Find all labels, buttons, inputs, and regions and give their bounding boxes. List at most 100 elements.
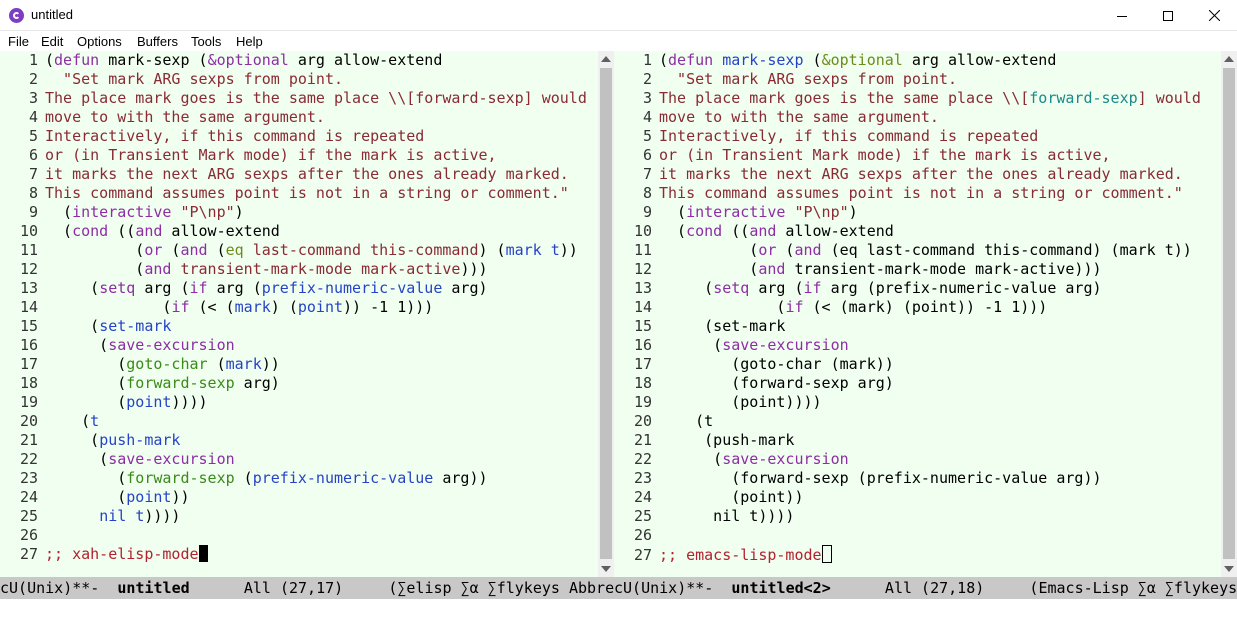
code-token: arg (prefix-numeric-value arg): [821, 279, 1102, 297]
code-token: eq: [225, 241, 244, 259]
code-line: 7 it marks the next ARG sexps after the o…: [614, 165, 1201, 184]
code-token: move to with the same argument.: [659, 108, 939, 126]
line-number: 13: [19, 279, 38, 297]
code-line: 18 (forward-sexp arg): [0, 374, 587, 393]
scroll-thumb[interactable]: [1223, 68, 1235, 559]
menu-help[interactable]: Help: [236, 34, 263, 49]
right-scrollbar[interactable]: [1221, 51, 1237, 577]
minibuffer[interactable]: [0, 599, 1237, 617]
code-token: or: [758, 241, 777, 259]
line-number: 2: [642, 70, 652, 88]
scroll-down-icon[interactable]: [601, 566, 611, 572]
line-number: 6: [28, 146, 38, 164]
code-line: 5 Interactively, if this command is repea…: [614, 127, 1201, 146]
code-line: 27 ;; xah-elisp-mode: [0, 545, 587, 564]
scroll-up-icon[interactable]: [1224, 56, 1234, 62]
code-token: save-excursion: [722, 336, 849, 354]
mode-line-buffer-name[interactable]: untitled<2>: [731, 579, 830, 597]
line-number: 9: [642, 203, 652, 221]
code-area[interactable]: 1 (defun mark-sexp (&optional arg allow-e…: [0, 51, 587, 564]
code-line: 26: [614, 526, 1201, 545]
code-token: (: [659, 298, 786, 316]
code-line: 21 (push-mark: [614, 431, 1201, 450]
code-token: (: [207, 355, 226, 373]
close-button[interactable]: [1191, 0, 1237, 31]
code-token: t: [550, 241, 560, 259]
menu-tools[interactable]: Tools: [191, 34, 221, 49]
code-token: point: [126, 488, 172, 506]
code-token: (: [45, 393, 127, 411]
code-token: arg (: [749, 279, 804, 297]
code-line: 1 (defun mark-sexp (&optional arg allow-e…: [0, 51, 587, 70]
code-line: 26: [0, 526, 587, 545]
menu-options[interactable]: Options: [77, 34, 122, 49]
scroll-up-icon[interactable]: [601, 56, 611, 62]
line-number: 21: [19, 431, 38, 449]
code-line: 13 (setq arg (if arg (prefix-numeric-val…: [614, 279, 1201, 298]
scroll-down-icon[interactable]: [1224, 566, 1234, 572]
line-number: 5: [28, 127, 38, 145]
line-number: 4: [642, 108, 652, 126]
code-line: 22 (save-excursion: [614, 450, 1201, 469]
maximize-button[interactable]: [1145, 0, 1191, 31]
line-number: 10: [633, 222, 652, 240]
code-line: 5 Interactively, if this command is repea…: [0, 127, 587, 146]
code-token: cond: [686, 222, 723, 240]
code-line: 2 "Set mark ARG sexps from point.: [614, 70, 1201, 89]
scroll-thumb[interactable]: [600, 68, 612, 559]
code-token: (forward-sexp (prefix-numeric-value arg)…: [659, 469, 1102, 487]
menu-file[interactable]: File: [8, 34, 29, 49]
code-token: (: [45, 469, 127, 487]
left-scrollbar[interactable]: [598, 51, 614, 577]
code-token: (: [45, 450, 109, 468]
code-token: transient-mark-mode mark-active: [180, 260, 461, 278]
code-token: (point)): [659, 488, 804, 506]
line-number: 11: [19, 241, 38, 259]
code-line: 12 (and transient-mark-mode mark-active)…: [0, 260, 587, 279]
code-token: (goto-char (mark)): [659, 355, 894, 373]
code-token: setq: [99, 279, 136, 297]
code-token: forward-sexp: [1029, 89, 1138, 107]
code-token: Interactively, if this command is repeat…: [45, 127, 425, 145]
menu-edit[interactable]: Edit: [41, 34, 63, 49]
code-token: if: [803, 279, 822, 297]
code-line: 10 (cond ((and allow-extend: [614, 222, 1201, 241]
line-number: 8: [28, 184, 38, 202]
code-area[interactable]: 1 (defun mark-sexp (&optional arg allow-e…: [614, 51, 1201, 564]
code-token: last-command this-command: [252, 241, 479, 259]
line-number: 14: [633, 298, 652, 316]
left-editor-pane[interactable]: 1 (defun mark-sexp (&optional arg allow-e…: [0, 51, 613, 577]
code-token: (: [659, 260, 759, 278]
code-token: t: [90, 412, 100, 430]
line-number: 7: [28, 165, 38, 183]
code-token: The place mark goes is the same place \\…: [45, 89, 587, 107]
line-number: 3: [28, 89, 38, 107]
code-token: )))): [171, 393, 208, 411]
code-line: 11 (or (and (eq last-command this-comman…: [0, 241, 587, 260]
code-token: (: [45, 355, 127, 373]
mode-line-status: cU(Unix)**-: [614, 579, 732, 597]
emacs-icon: [9, 8, 24, 23]
code-token: ))): [460, 260, 488, 278]
minimize-button[interactable]: [1099, 0, 1145, 31]
code-line: 9 (interactive "P\np"): [614, 203, 1201, 222]
code-token: arg allow-extend: [902, 51, 1057, 69]
code-token: or (in Transient Mark mode) if the mark …: [659, 146, 1111, 164]
code-token: interactive: [686, 203, 786, 221]
right-editor-pane[interactable]: 1 (defun mark-sexp (&optional arg allow-e…: [614, 51, 1227, 577]
code-line: 2 "Set mark ARG sexps from point.: [0, 70, 587, 89]
code-line: 24 (point)): [614, 488, 1201, 507]
code-token: )))): [144, 507, 181, 525]
code-token: and: [144, 260, 172, 278]
line-number: 11: [633, 241, 652, 259]
menu-buffers[interactable]: Buffers: [137, 34, 178, 49]
mode-line-buffer-name[interactable]: untitled: [117, 579, 189, 597]
code-token: (: [45, 279, 100, 297]
code-token: &optional: [821, 51, 903, 69]
code-line: 13 (setq arg (if arg (prefix-numeric-val…: [0, 279, 587, 298]
code-token: and: [749, 222, 777, 240]
code-token: mark: [225, 355, 262, 373]
code-line: 20 (t: [614, 412, 1201, 431]
